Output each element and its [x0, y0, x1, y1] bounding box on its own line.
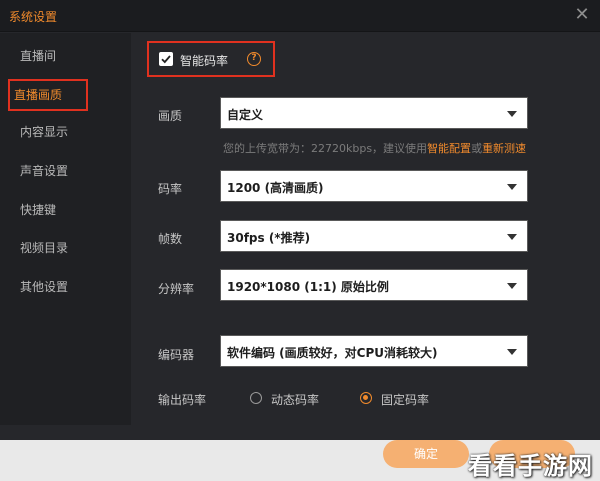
encoder-select[interactable]: 软件编码 (画质较好，对CPU消耗较大)	[220, 335, 528, 367]
sidebar-item-other[interactable]: 其他设置	[0, 270, 131, 304]
dynamic-bitrate-label: 动态码率	[271, 393, 320, 407]
chevron-down-icon	[507, 234, 517, 240]
watermark: 看看手游网	[468, 452, 593, 480]
smart-bitrate-group: 智能码率 ?	[147, 41, 275, 77]
chevron-down-icon	[507, 184, 517, 190]
hint-or: 或	[471, 142, 483, 155]
question-icon[interactable]: ?	[247, 52, 261, 66]
window-title: 系统设置	[9, 10, 58, 24]
retest-speed-link[interactable]: 重新测速	[482, 142, 526, 155]
resolution-label: 分辨率	[158, 282, 195, 296]
fps-select[interactable]: 30fps (*推荐)	[220, 220, 528, 252]
bitrate-select[interactable]: 1200 (高清画质)	[220, 170, 528, 202]
sidebar-item-sound[interactable]: 声音设置	[0, 154, 131, 188]
fps-label: 帧数	[158, 232, 183, 246]
sidebar-item-content-display[interactable]: 内容显示	[0, 115, 131, 149]
check-icon	[161, 55, 171, 64]
quality-value: 自定义	[227, 108, 264, 122]
fps-value: 30fps (*推荐)	[227, 231, 311, 245]
confirm-button[interactable]: 确定	[383, 440, 469, 468]
fixed-bitrate-radio[interactable]	[360, 392, 372, 404]
resolution-select[interactable]: 1920*1080 (1:1) 原始比例	[220, 269, 528, 301]
chevron-down-icon	[507, 349, 517, 355]
close-icon[interactable]: ✕	[572, 5, 592, 25]
bandwidth-hint: 您的上传宽带为：22720kbps，建议使用智能配置或重新测速	[223, 140, 526, 156]
smart-config-link[interactable]: 智能配置	[427, 142, 471, 155]
chevron-down-icon	[507, 283, 517, 289]
bitrate-label: 码率	[158, 182, 183, 196]
output-bitrate-label: 输出码率	[158, 393, 207, 407]
title-bar: 系统设置 ✕	[0, 0, 600, 32]
quality-select[interactable]: 自定义	[220, 97, 528, 129]
settings-dialog: 系统设置 ✕ 直播间 直播画质 内容显示 声音设置 快捷键 视频目录 其他设置 …	[0, 0, 600, 440]
fixed-bitrate-label: 固定码率	[381, 393, 430, 407]
sidebar-item-live-quality[interactable]: 直播画质	[8, 79, 88, 111]
quality-label: 画质	[158, 109, 183, 123]
hint-text: 您的上传宽带为：22720kbps，建议使用	[223, 142, 428, 155]
encoder-value: 软件编码 (画质较好，对CPU消耗较大)	[227, 346, 438, 360]
sidebar: 直播间 直播画质 内容显示 声音设置 快捷键 视频目录 其他设置	[0, 33, 131, 425]
bitrate-value: 1200 (高清画质)	[227, 181, 324, 195]
dynamic-bitrate-radio[interactable]	[250, 392, 262, 404]
resolution-value: 1920*1080 (1:1) 原始比例	[227, 280, 389, 294]
smart-bitrate-label: 智能码率	[180, 54, 229, 68]
sidebar-item-shortcuts[interactable]: 快捷键	[0, 193, 131, 227]
sidebar-item-live-room[interactable]: 直播间	[0, 39, 131, 73]
settings-panel: 智能码率 ? 画质 自定义 您的上传宽带为：22720kbps，建议使用智能配置…	[131, 33, 600, 425]
sidebar-item-video-dir[interactable]: 视频目录	[0, 231, 131, 265]
chevron-down-icon	[507, 111, 517, 117]
smart-bitrate-checkbox[interactable]	[159, 52, 173, 66]
encoder-label: 编码器	[158, 348, 195, 362]
